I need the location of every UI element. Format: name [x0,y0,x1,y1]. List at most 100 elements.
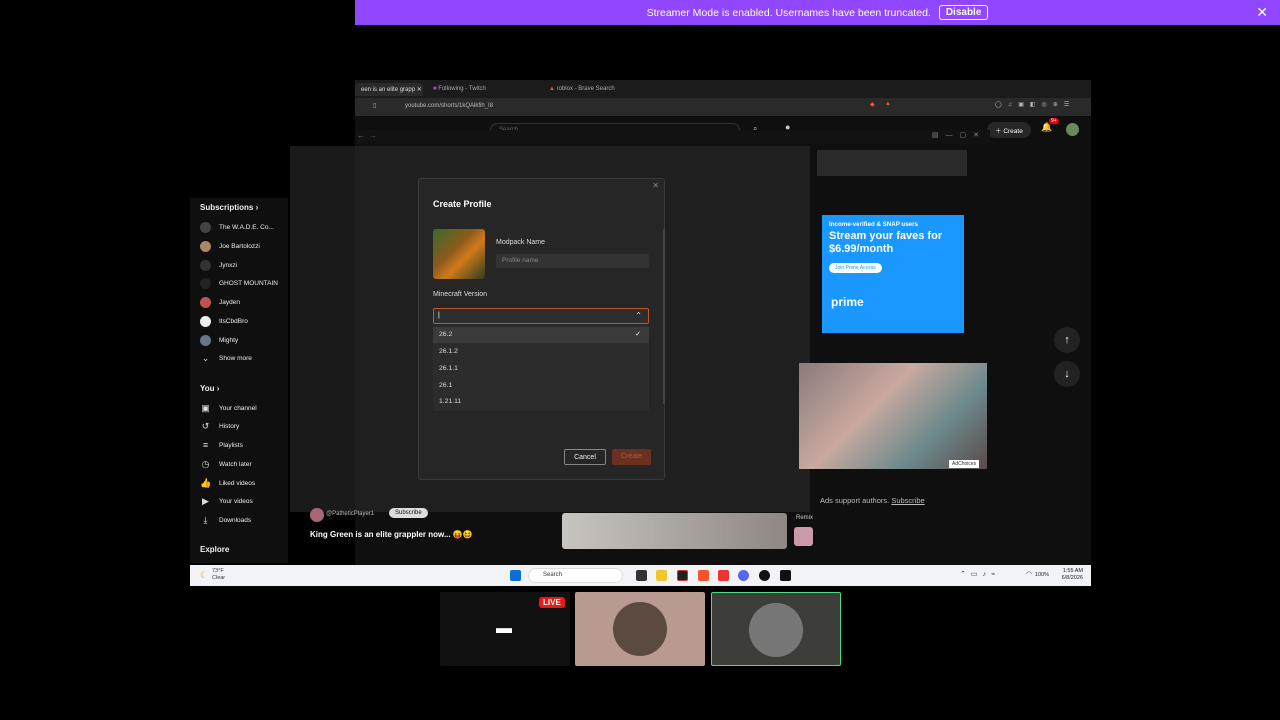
channel-avatar [200,260,211,271]
subscribe-button[interactable]: Subscribe [389,508,428,518]
adchoices-badge[interactable]: AdChoices [949,460,980,468]
discord-icon[interactable] [738,570,749,581]
bookmark-icon[interactable]: ▯ [373,102,376,109]
related-video-thumbnail[interactable] [562,513,787,549]
window-controls[interactable]: ▤—▢✕ [932,131,986,139]
sidebar-item-playlists[interactable]: ≡ Playlists [200,440,285,451]
version-option[interactable]: 26.1.2 [439,348,458,355]
modpack-thumbnail[interactable] [433,229,485,279]
participant-tile[interactable] [575,592,705,666]
sidebar-item-subscription[interactable]: Jayden [200,297,285,308]
join-prime-button[interactable]: Join Prime Access [829,263,882,273]
disable-streamer-mode-button[interactable]: Disable [938,5,989,20]
remix-thumbnail[interactable] [794,527,813,546]
brave-rewards-icon[interactable]: ▲ [885,101,891,107]
channel-avatar [200,278,211,289]
forward-arrow-icon[interactable]: → [369,131,377,140]
remix-label[interactable]: Remix [796,515,813,521]
participant-tile-speaking[interactable] [711,592,841,666]
create-button[interactable]: Create [612,449,651,465]
sidebar-item-watch-later[interactable]: ◷ Watch later [200,459,285,470]
app-icon[interactable] [718,570,729,581]
car-ad-banner[interactable] [817,150,967,176]
subscriptions-heading[interactable]: Subscriptions › [200,203,258,212]
brave-icon[interactable] [698,570,709,581]
sidebar-item-history[interactable]: ↺ History [200,421,285,432]
show-more-button[interactable]: ⌄ Show more [200,353,285,364]
system-tray-icons[interactable]: ⌃▭♪⌁ [960,570,1000,578]
obs-icon[interactable] [759,570,770,581]
sidebar-item-subscription[interactable]: GHOST MOUNTAIN [200,278,285,289]
tab-youtube[interactable]: een is an elite grapp ✕ [355,83,423,96]
dialog-scrollbar[interactable] [663,229,665,404]
prime-video-ad[interactable]: Income-verified & SNAP users Stream your… [822,215,964,333]
sidebar-item-downloads[interactable]: ⤓ Downloads [200,515,285,526]
launcher-icon[interactable] [780,570,791,581]
sidebar-item-subscription[interactable]: ItsCbdBro [200,316,285,327]
channel-avatar [200,335,211,346]
version-option[interactable]: 1.21.11 [439,398,461,405]
participant-avatar [613,602,667,656]
arrow-up-icon[interactable]: ↑ [1054,327,1080,353]
channel-icon: ▣ [201,403,210,413]
weather-widget[interactable]: 73°F Clear [212,568,225,582]
channel-avatar [200,241,211,252]
video-ad[interactable] [799,363,987,469]
ad-subtitle: Income-verified & SNAP users [829,221,918,228]
chevron-up-icon[interactable]: ⌃ [635,311,642,320]
tab-twitch[interactable]: ■ Following - Twitch [427,83,492,96]
create-button[interactable]: ＋ Create [987,122,1031,138]
you-heading[interactable]: You › [200,384,219,393]
url-text[interactable]: youtube.com/shorts/1kQAlkfih_I8 [405,103,493,109]
windows-start-icon[interactable] [510,570,521,581]
channel-handle[interactable]: @PatheticPlayer1 [326,511,374,517]
sidebar-item-subscription[interactable]: Jynxzi [200,260,285,271]
ad-headline: Stream your faves for $6.99/month [829,230,943,255]
taskbar-search[interactable]: Search [528,568,623,583]
battery-level[interactable]: 100% [1035,572,1049,578]
version-option[interactable]: 26.1.1 [439,365,458,372]
streamer-mode-banner: Streamer Mode is enabled. Usernames have… [355,0,1280,25]
ads-subscribe-link[interactable]: Subscribe [891,496,924,505]
participant-avatar [749,603,803,657]
arrow-down-icon[interactable]: ↓ [1054,361,1080,387]
file-explorer-icon[interactable] [656,570,667,581]
channel-avatar[interactable] [310,508,324,522]
sidebar-item-your-videos[interactable]: ▶ Your videos [200,496,285,507]
youtube-sidebar: Subscriptions › The W.A.D.E. Co... Joe B… [190,198,288,563]
check-icon: ✓ [635,331,641,338]
close-icon[interactable]: ✕ [1256,4,1268,21]
create-profile-dialog: ✕ Create Profile Modpack Name Profile na… [418,178,665,480]
task-view-icon[interactable] [636,570,647,581]
ads-support-note: Ads support authors. Subscribe [820,496,925,505]
dialog-title: Create Profile [433,199,492,209]
channel-avatar [200,316,211,327]
brave-shields-icon[interactable]: ◆ [870,101,875,108]
modpack-name-input[interactable]: Profile name [496,254,649,268]
version-input-value[interactable]: | [438,312,440,319]
minecraft-version-label: Minecraft Version [433,291,488,298]
clock[interactable]: 1:55 AM 6/8/2026 [1062,568,1083,582]
wifi-icon[interactable]: ◠ [1026,570,1035,578]
version-dropdown-list: 26.2 ✓ 26.1.2 26.1.1 26.1 1.21.11 [433,325,649,411]
sidebar-item-subscription[interactable]: Mighty [200,335,285,346]
sidebar-item-subscription[interactable]: Joe Bartolozzi [200,241,285,252]
sidebar-item-liked-videos[interactable]: 👍 Liked videos [200,478,285,489]
terminal-icon[interactable] [677,570,688,581]
back-arrow-icon[interactable]: ← [357,131,365,140]
sidebar-item-subscription[interactable]: The W.A.D.E. Co... [200,222,285,233]
cancel-button[interactable]: Cancel [564,449,606,465]
sidebar-item-your-channel[interactable]: ▣ Your channel [200,403,285,414]
version-option[interactable]: 26.1 [439,382,452,389]
banner-message: Streamer Mode is enabled. Usernames have… [646,6,931,19]
explore-heading: Explore [200,545,230,554]
address-bar[interactable]: ▯ youtube.com/shorts/1kQAlkfih_I8 ◆ ▲ ◯♫… [355,98,1091,116]
avatar[interactable] [1066,123,1079,136]
extension-icons[interactable]: ◯♫▣◧◎⊕☰ [995,101,1075,108]
minecraft-version-select[interactable]: | ⌃ [433,308,649,324]
close-icon[interactable]: ✕ [652,181,659,190]
version-option[interactable]: 26.2 ✓ [433,327,649,343]
live-badge: LIVE [539,597,565,608]
thumbs-up-icon: 👍 [200,478,212,488]
tab-brave-search[interactable]: ▲ roblox - Brave Search [543,83,621,96]
